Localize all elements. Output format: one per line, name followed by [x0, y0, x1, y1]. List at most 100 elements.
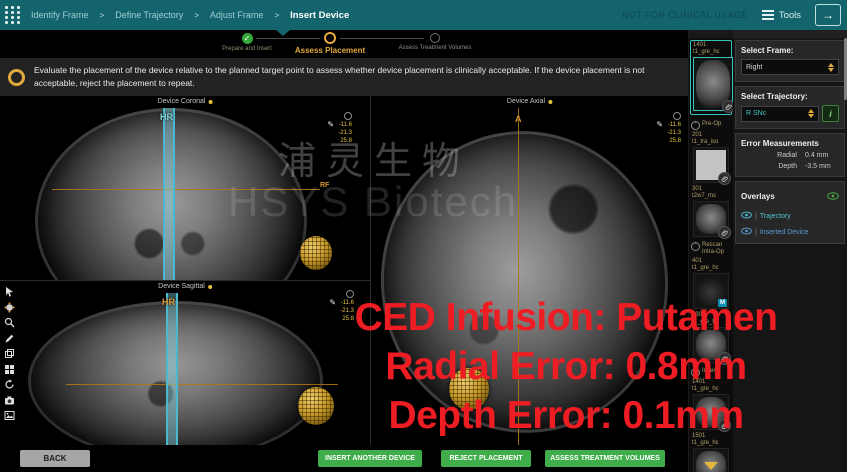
series-thumbnail[interactable]: 201 t1_tra_iso — [689, 131, 733, 185]
nav-define-trajectory[interactable]: Define Trajectory — [115, 10, 183, 20]
pan-target-icon[interactable] — [4, 302, 15, 313]
viewport-tool-strip — [1, 286, 17, 421]
insert-another-device-button[interactable]: INSERT ANOTHER DEVICE — [318, 450, 422, 467]
hamburger-icon — [762, 10, 774, 20]
orientation-label: A — [515, 114, 522, 124]
select-trajectory-label: Select Trajectory: — [741, 92, 839, 101]
rotate-icon[interactable] — [4, 379, 15, 390]
frame-dropdown[interactable]: Right — [741, 59, 839, 75]
depth-error-row: Depth -3.5 mm — [741, 163, 839, 170]
paperclip-icon[interactable] — [718, 226, 731, 239]
viewport-menu-dot-icon — [548, 100, 552, 104]
sidebar-header-bar — [733, 30, 847, 38]
trajectory-dropdown[interactable]: R SNc — [741, 106, 819, 122]
app-menu-grid-icon[interactable] — [5, 6, 21, 24]
series-thumbnail[interactable]: 301 t2w7_ms — [689, 185, 733, 239]
application-window: Identify Frame > Define Trajectory > Adj… — [0, 0, 847, 472]
cursor-icon[interactable] — [4, 286, 15, 297]
spinner-arrows-icon — [808, 109, 814, 118]
nav-insert-device[interactable]: Insert Device — [290, 10, 349, 21]
info-ring-icon — [8, 69, 25, 86]
treatment-volume-mesh-sphere — [300, 236, 332, 270]
viewport-title-sagittal[interactable]: Device Sagittal — [158, 283, 212, 290]
target-icon — [344, 112, 352, 120]
spinner-arrows-icon — [828, 63, 834, 72]
camera-icon[interactable] — [4, 395, 15, 406]
annotation-line: CED Infusion: Putamen — [330, 293, 802, 342]
breadcrumb-separator: > — [274, 11, 279, 20]
watermark-cn: 浦灵生物 — [278, 130, 470, 185]
overlay-item-inserted-device: | Inserted Device — [741, 227, 839, 237]
collapse-caret-icon: ⌃ — [691, 242, 700, 251]
step-pending-ring-icon — [430, 33, 440, 43]
layers-icon[interactable] — [4, 348, 15, 359]
assess-treatment-volumes-button[interactable]: ASSESS TREATMENT VOLUMES — [545, 450, 665, 467]
eye-icon[interactable] — [741, 227, 752, 237]
active-tab-notch — [276, 30, 290, 36]
annotation-line: Depth Error: 0.1mm — [330, 391, 802, 440]
watermark-en: HSYS Biotech — [228, 178, 518, 226]
trajectory-overlay-line — [163, 108, 175, 281]
footer-bar: BACK INSERT ANOTHER DEVICE REJECT PLACEM… — [0, 445, 688, 472]
step-assess-placement[interactable]: Assess Placement — [280, 32, 380, 55]
edit-pencil-icon[interactable]: ✎ — [656, 121, 663, 129]
instruction-bar: Evaluate the placement of the device rel… — [0, 58, 688, 96]
overlay-item-trajectory: | Trajectory — [741, 211, 839, 221]
viewport-title-axial[interactable]: Device Axial — [507, 98, 552, 105]
viewport-device-sagittal[interactable]: Device Sagittal HR ✎ -11.6 -21.3 25.8 — [0, 281, 371, 445]
grid-layout-icon[interactable] — [4, 364, 15, 375]
image-icon[interactable] — [4, 410, 15, 421]
overlays-panel: Overlays | Trajectory | Inserted Device — [735, 181, 845, 244]
paperclip-icon[interactable] — [722, 100, 733, 113]
trajectory-info-button[interactable]: i — [822, 105, 839, 122]
paperclip-icon[interactable] — [718, 172, 731, 185]
viewport-title-coronal[interactable]: Device Coronal — [158, 98, 213, 105]
zoom-magnifier-icon[interactable] — [4, 317, 15, 328]
back-button[interactable]: BACK — [20, 450, 90, 467]
overlays-title: Overlays — [741, 192, 775, 201]
strip-scroll-down-arrow[interactable] — [704, 462, 718, 470]
breadcrumb-separator: > — [194, 11, 199, 20]
series-section-rescan-intraop[interactable]: ⌃ Rescan Intra-Op — [689, 239, 733, 257]
pencil-icon[interactable] — [4, 333, 15, 344]
target-coordinates: ✎ -11.6 -21.3 25.8 — [667, 112, 681, 145]
breadcrumb-separator: > — [100, 11, 105, 20]
orientation-label: HR — [160, 112, 173, 122]
error-measurements-panel: Error Measurements Radial 0.4 mm Depth -… — [735, 133, 845, 177]
reject-placement-button[interactable]: REJECT PLACEMENT — [441, 450, 531, 467]
nav-adjust-frame[interactable]: Adjust Frame — [210, 10, 264, 20]
arrow-right-icon: → — [822, 8, 834, 22]
instruction-text: Evaluate the placement of the device rel… — [34, 64, 676, 90]
select-frame-label: Select Frame: — [741, 46, 839, 55]
tools-label: Tools — [779, 10, 801, 21]
select-frame-panel: Select Frame: Right — [735, 40, 845, 82]
radial-error-row: Radial 0.4 mm — [741, 152, 839, 159]
sub-steps-bar: ✓ Prepare and Insert Assess Placement As… — [0, 30, 688, 58]
target-icon — [673, 112, 681, 120]
step-active-ring-icon — [324, 32, 336, 44]
top-workflow-bar: Identify Frame > Define Trajectory > Adj… — [0, 0, 847, 30]
tools-menu[interactable]: Tools — [762, 10, 801, 21]
clinical-usage-warning: NOT FOR CLINICAL USAGE — [622, 10, 748, 20]
viewport-menu-dot-icon — [208, 285, 212, 289]
select-trajectory-panel: Select Trajectory: R SNc i — [735, 86, 845, 129]
eye-icon[interactable] — [741, 211, 752, 221]
step-done-check-icon: ✓ — [242, 33, 253, 44]
orientation-label: HR — [162, 297, 175, 307]
annotation-line: Radial Error: 0.8mm — [330, 342, 802, 391]
step-assess-treatment-volumes[interactable]: Assess Treatment Volumes — [384, 33, 486, 51]
crosshair-horizontal-line — [66, 384, 338, 385]
nav-identify-frame[interactable]: Identify Frame — [31, 10, 89, 20]
error-measurements-title: Error Measurements — [741, 139, 839, 148]
trajectory-overlay-line — [166, 293, 178, 445]
edit-pencil-icon[interactable]: ✎ — [327, 121, 334, 129]
collapse-caret-icon: ⌃ — [691, 121, 700, 130]
exit-button[interactable]: → — [815, 4, 841, 26]
overlays-master-eye-icon[interactable] — [827, 187, 839, 205]
red-annotation-overlay: CED Infusion: Putamen Radial Error: 0.8m… — [330, 293, 802, 440]
series-thumbnail[interactable]: 1401 t1_gre_hc — [690, 40, 732, 115]
strip-header-bar — [689, 30, 733, 38]
viewport-menu-dot-icon — [208, 100, 212, 104]
treatment-volume-mesh-sphere — [298, 387, 334, 425]
series-section-preop[interactable]: ⌃ Pre-Op — [689, 118, 733, 131]
